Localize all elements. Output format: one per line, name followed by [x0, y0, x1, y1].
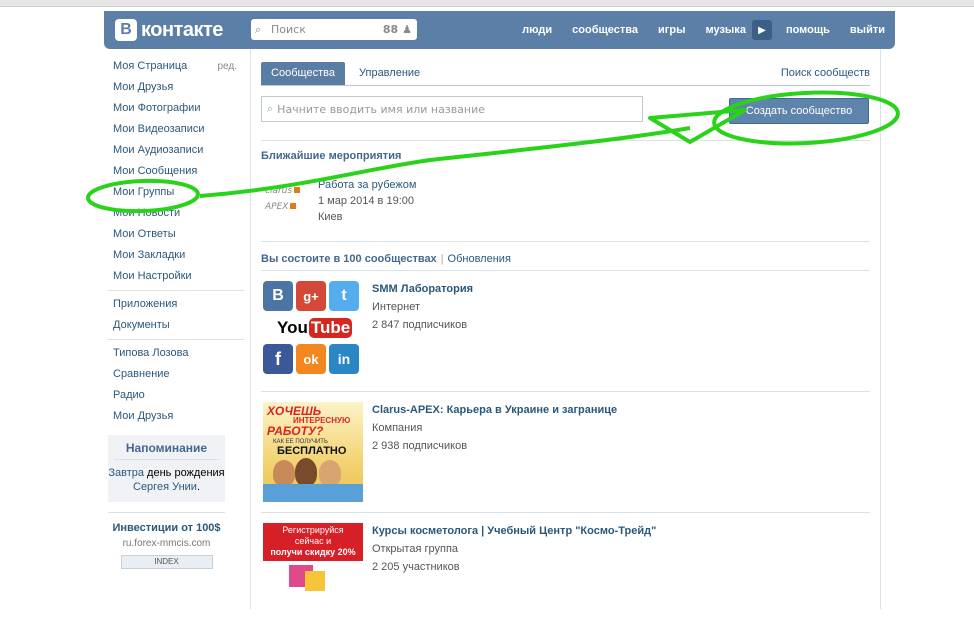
sidebar-item-compare[interactable]: Сравнение — [104, 364, 244, 385]
group-type: Интернет — [372, 301, 420, 313]
youtube-icon: You Tube — [277, 318, 353, 338]
group-name[interactable]: Курсы косметолога | Учебный Центр "Космо… — [372, 525, 656, 537]
search-icon: ⌕ — [267, 102, 274, 115]
nav-people[interactable]: люди — [512, 24, 562, 36]
group-type: Открытая группа — [372, 543, 459, 555]
group-subscribers[interactable]: 2 205 участников — [372, 561, 460, 573]
event-date: 1 мар 2014 в 19:00 — [318, 195, 414, 207]
vk-icon: В — [263, 281, 293, 311]
reminder-person-link[interactable]: Сергея Унии — [133, 481, 197, 493]
group-avatar-smm[interactable]: В g+ t You Tube f ok in — [263, 281, 363, 381]
nav-music[interactable]: музыка — [695, 24, 755, 36]
sidebar-item-settings[interactable]: Мои Настройки — [104, 266, 244, 287]
section-divider — [261, 140, 870, 141]
user-icon: ♟ — [402, 23, 412, 36]
nav-communities[interactable]: сообщества — [562, 24, 648, 36]
browser-top-strip — [0, 0, 974, 7]
sidebar-item-radio[interactable]: Радио — [104, 385, 244, 406]
linkedin-icon: in — [329, 344, 359, 374]
online-count: 88 — [382, 23, 399, 36]
facebook-icon: f — [263, 344, 293, 374]
left-sidebar: Моя Страница ред. Мои Друзья Мои Фотограф… — [104, 56, 244, 569]
ad-title[interactable]: Инвестиции от 100$ — [108, 521, 225, 535]
sidebar-item-bookmarks[interactable]: Мои Закладки — [104, 245, 244, 266]
top-nav: люди сообщества игры музыка ▶ помощь вый… — [512, 11, 895, 49]
sidebar-item-my-page[interactable]: Моя Страница ред. — [104, 56, 244, 77]
sidebar-item-news[interactable]: Мои Новости — [104, 203, 244, 224]
reminder-title: Напоминание — [114, 441, 219, 460]
group-subscribers[interactable]: 2 847 подписчиков — [372, 319, 467, 331]
sidebar-item-documents[interactable]: Документы — [104, 315, 244, 336]
events-title: Ближайшие мероприятия — [261, 150, 402, 162]
nav-help[interactable]: помощь — [776, 24, 840, 36]
sidebar-divider — [108, 290, 244, 291]
vk-logo[interactable]: В контакте — [115, 18, 223, 42]
sidebar-item-friends-2[interactable]: Мои Друзья — [104, 406, 244, 427]
group-name[interactable]: SMM Лаборатория — [372, 283, 473, 295]
sidebar-item-audio[interactable]: Мои Аудиозаписи — [104, 140, 244, 161]
group-subscribers[interactable]: 2 938 подписчиков — [372, 440, 467, 452]
edit-link[interactable]: ред. — [217, 56, 237, 77]
sidebar-item-apps[interactable]: Приложения — [104, 294, 244, 315]
sidebar-item-groups[interactable]: Мои Группы — [104, 182, 244, 203]
section-divider — [261, 270, 870, 271]
tab-bar: Сообщества Управление Поиск сообществ — [261, 62, 870, 86]
nav-logout[interactable]: выйти — [840, 24, 895, 36]
reminder-body: Завтра день рождения Сергея Унии. — [108, 467, 225, 493]
sidebar-item-messages[interactable]: Мои Сообщения — [104, 161, 244, 182]
event-name[interactable]: Работа за рубежом — [318, 177, 416, 193]
sidebar-item-photos[interactable]: Мои Фотографии — [104, 98, 244, 119]
twitter-icon: t — [329, 281, 359, 311]
search-icon: ⌕ — [255, 22, 262, 36]
play-icon[interactable]: ▶ — [751, 20, 772, 40]
site-header: В контакте ⌕ Поиск 88 ♟ люди сообщества … — [104, 11, 895, 49]
event-city: Киев — [318, 211, 343, 223]
section-divider — [261, 241, 870, 242]
group-type: Компания — [372, 422, 423, 434]
updates-link[interactable]: Обновления — [448, 253, 511, 265]
group-name[interactable]: Clarus-APEX: Карьера в Украине и заграни… — [372, 404, 617, 416]
search-communities-link[interactable]: Поиск сообществ — [781, 62, 870, 85]
event-logo: clarus APEX — [265, 180, 309, 220]
reminder-text: день рождения — [147, 467, 225, 479]
section-divider — [261, 391, 870, 392]
community-search-placeholder: Начните вводить имя или название — [277, 102, 486, 116]
sidebar-ad[interactable]: Инвестиции от 100$ ru.forex-mmcis.com IN… — [108, 512, 225, 569]
reminder-tomorrow-link[interactable]: Завтра — [108, 467, 144, 479]
sidebar-item-friends[interactable]: Мои Друзья — [104, 77, 244, 98]
event-item[interactable]: clarus APEX Работа за рубежом 1 мар 2014… — [261, 177, 861, 227]
gplus-icon: g+ — [296, 281, 326, 311]
odnoklassniki-icon: ok — [296, 344, 326, 374]
group-avatar-kosmo[interactable]: Регистрируйся сейчас и получи скидку 20% — [263, 523, 363, 623]
group-avatar-clarus[interactable]: ХОЧЕШЬ ИНТЕРЕСНУЮ РАБОТУ? КАК ЕЕ ПОЛУЧИТ… — [263, 402, 363, 502]
tab-manage[interactable]: Управление — [359, 62, 420, 85]
ad-image[interactable]: INDEX — [120, 555, 213, 569]
vk-logo-text: контакте — [141, 18, 223, 41]
event-info: Работа за рубежом 1 мар 2014 в 19:00 Кие… — [318, 177, 416, 225]
header-search-input[interactable]: ⌕ Поиск 88 ♟ — [251, 19, 417, 40]
nav-games[interactable]: игры — [648, 24, 695, 36]
community-search-input[interactable]: ⌕ Начните вводить имя или название — [261, 96, 643, 122]
sidebar-item-typova[interactable]: Типова Лозова — [104, 343, 244, 364]
sidebar-divider — [108, 339, 244, 340]
membership-header: Вы состоите в 100 сообществах | Обновления — [261, 253, 511, 265]
vk-logo-icon: В — [115, 19, 137, 41]
sidebar-item-answers[interactable]: Мои Ответы — [104, 224, 244, 245]
main-content: Сообщества Управление Поиск сообществ ⌕ … — [250, 49, 881, 623]
create-community-button[interactable]: Создать сообщество — [729, 98, 869, 124]
birthday-reminder: Напоминание Завтра день рождения Сергея … — [108, 435, 225, 502]
header-search-placeholder: Поиск — [271, 23, 306, 36]
sidebar-item-videos[interactable]: Мои Видеозаписи — [104, 119, 244, 140]
membership-title: Вы состоите в 100 сообществах — [261, 253, 437, 265]
section-divider — [261, 512, 870, 513]
tab-communities[interactable]: Сообщества — [261, 62, 345, 85]
ad-url: ru.forex-mmcis.com — [122, 538, 211, 549]
